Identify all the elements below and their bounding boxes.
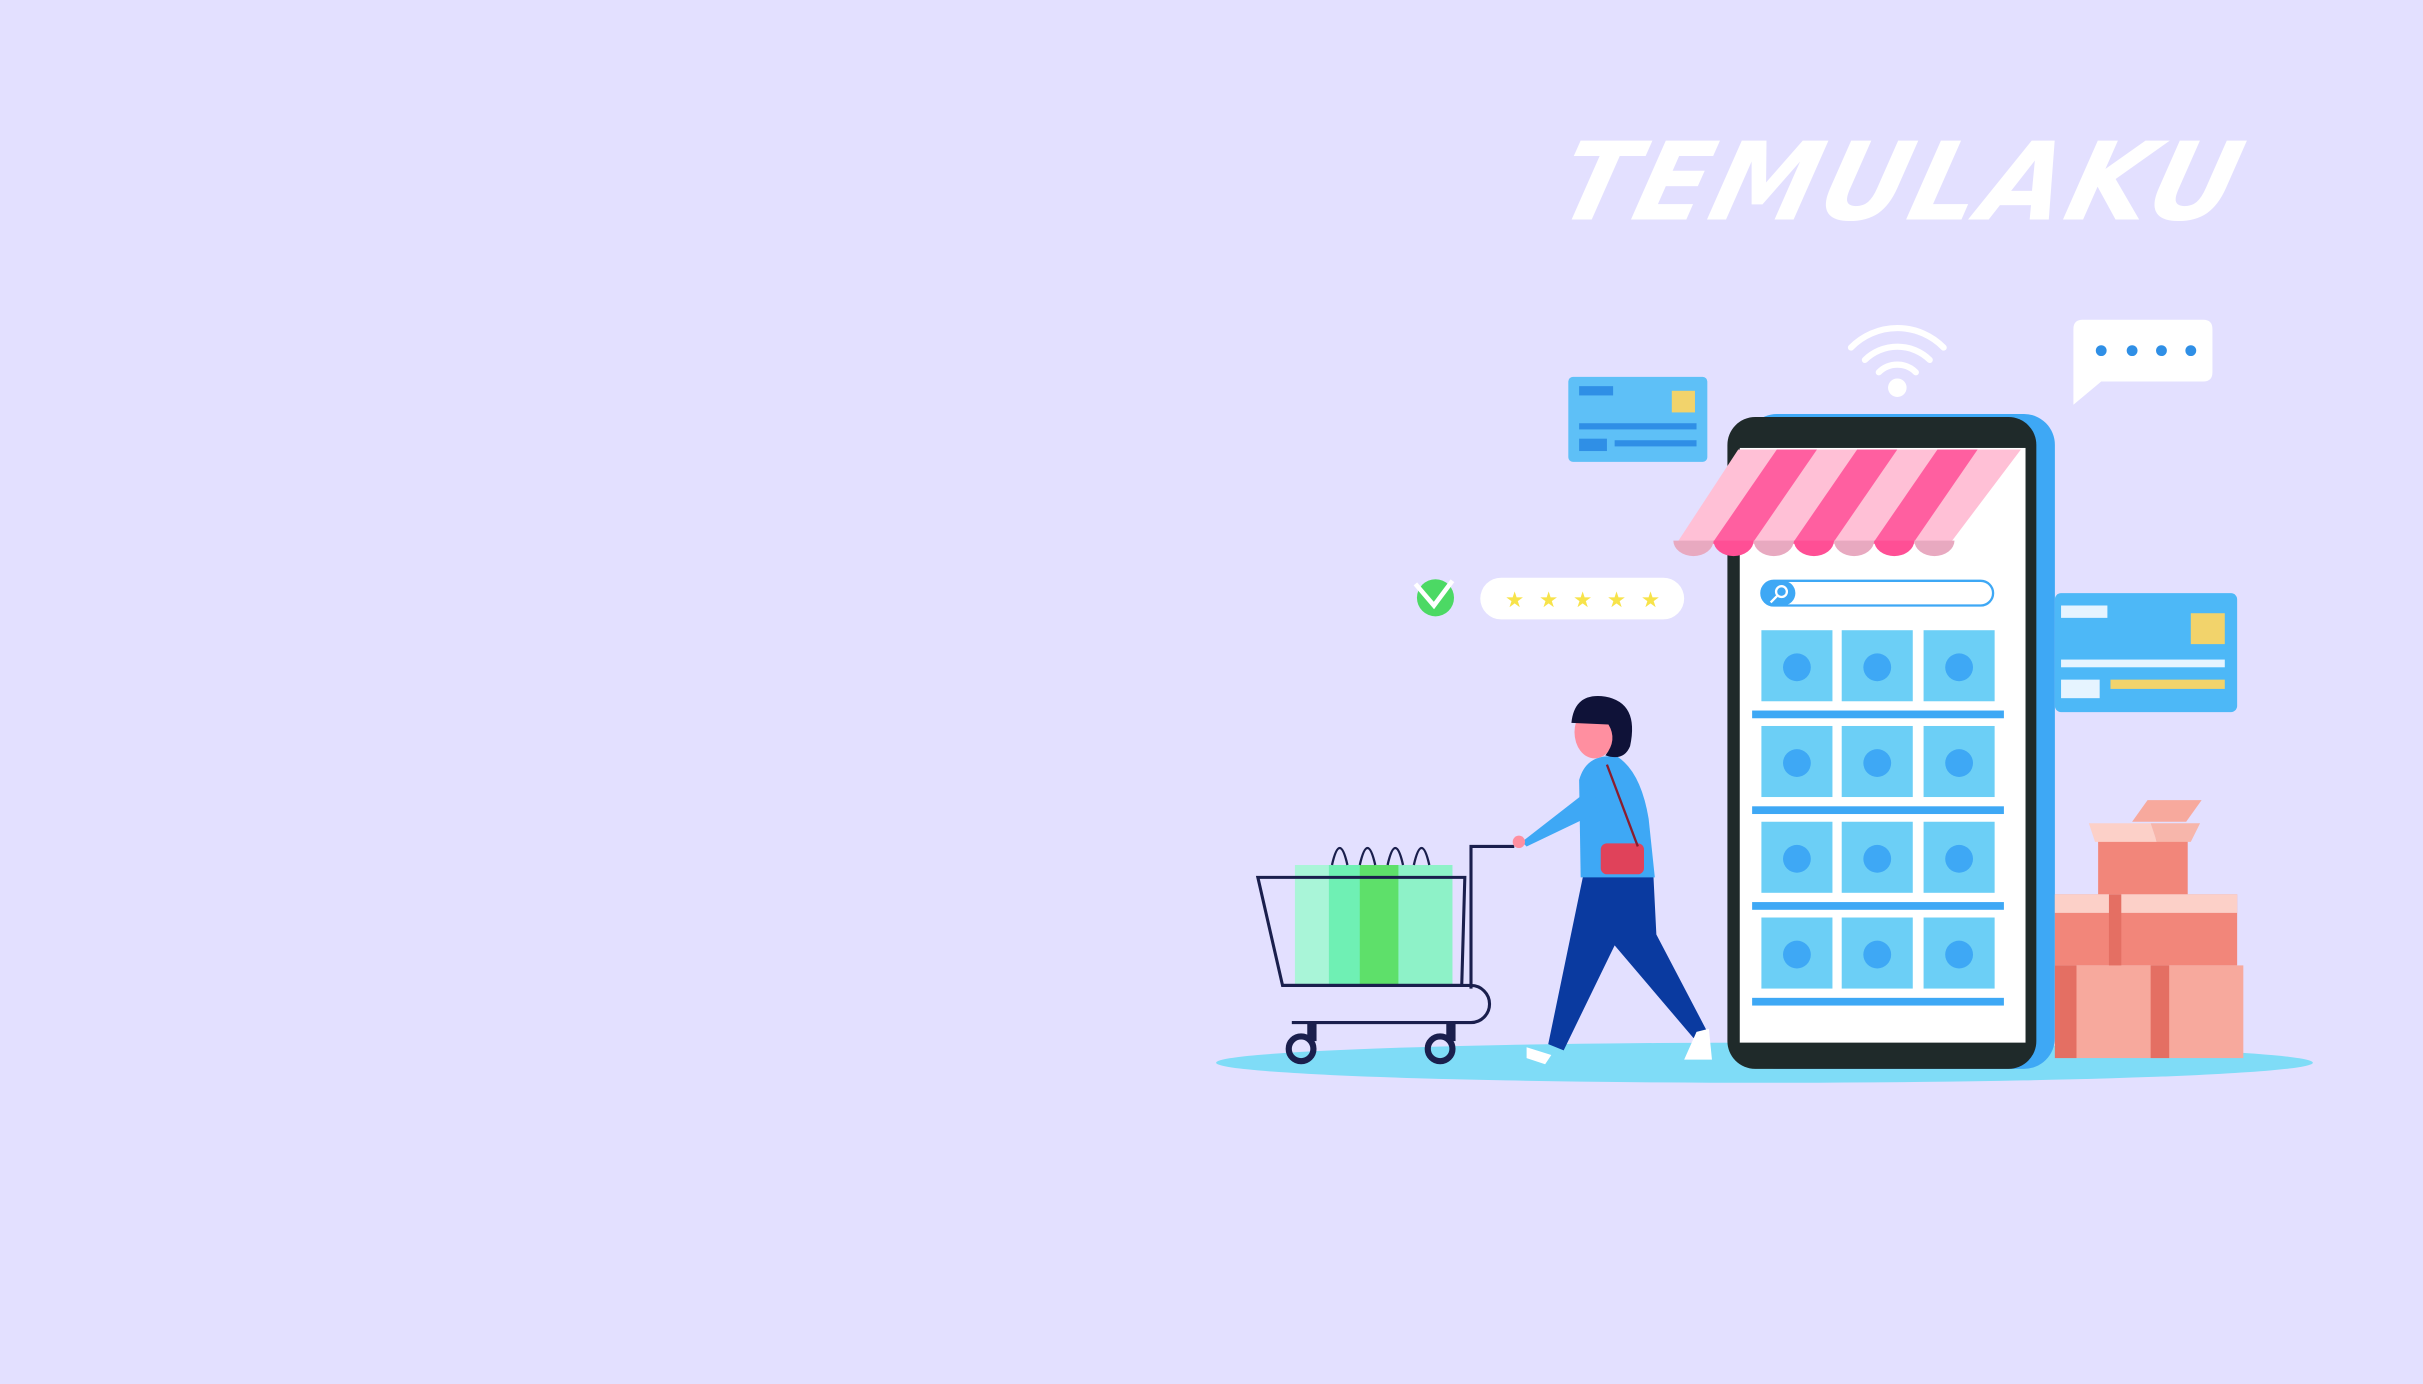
search-bar (1760, 579, 1995, 607)
shelf (1752, 710, 2004, 719)
sneaker-icon (1783, 749, 1811, 777)
bag-icon (1783, 844, 1811, 873)
banner-illustration: TEMULAKU ★ ★ ★ ★ ★ (0, 0, 2423, 1384)
headphones-icon (1945, 653, 1974, 682)
shopping-bags (1294, 846, 1453, 986)
temulaku-logo: TEMULAKU (1546, 119, 2257, 245)
top-icon (1863, 940, 1892, 969)
credit-card-icon (1568, 376, 1708, 462)
star-icon: ★ (1607, 587, 1626, 612)
dress-icon (1945, 749, 1974, 777)
star-icon: ★ (1573, 587, 1592, 612)
tshirt-icon (1863, 749, 1892, 777)
purse-icon (1945, 940, 1974, 969)
heel-icon (1945, 844, 1974, 873)
shelf (1752, 997, 2004, 1006)
star-icon: ★ (1641, 587, 1660, 612)
camera-icon (1863, 653, 1892, 682)
star-icon: ★ (1505, 587, 1524, 612)
svg-text:TEMULAKU: TEMULAKU (1546, 119, 2257, 245)
credit-card-icon (2054, 593, 2238, 713)
shelf (1752, 806, 2004, 815)
watch-icon (1783, 653, 1811, 682)
shirt-icon (1783, 940, 1811, 969)
shelf (1752, 902, 2004, 910)
star-icon: ★ (1539, 587, 1558, 612)
cap-icon (1863, 844, 1892, 873)
